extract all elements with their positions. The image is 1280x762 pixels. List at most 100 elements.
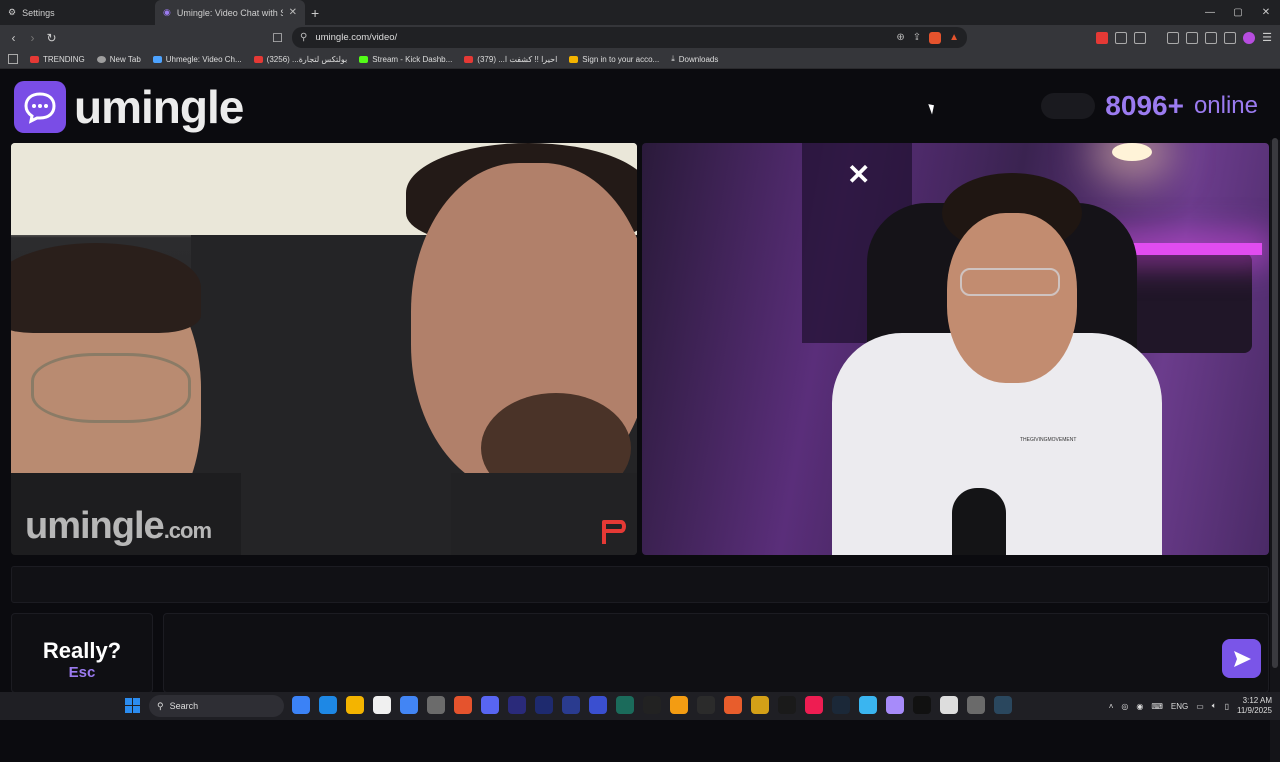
close-window-icon[interactable]: ✕ <box>1252 0 1280 25</box>
system-tray: ˄ ◎ ◉ ⌨ ENG ▭ 🔈︎ ▯ 3:12 AM 11/9/2025 <box>1109 692 1272 720</box>
taskbar-app-icon[interactable] <box>427 696 445 714</box>
windows-start-icon[interactable] <box>125 698 140 713</box>
volume-icon[interactable]: 🔈︎ <box>1212 701 1217 711</box>
close-tab-icon[interactable]: ✕ <box>289 7 297 18</box>
wallet-icon[interactable] <box>1186 31 1199 44</box>
site-info-icon[interactable]: ⚲ <box>300 32 307 43</box>
gear-icon: ⚙ <box>8 7 17 17</box>
zoom-icon[interactable]: ⊕ <box>896 32 904 43</box>
taskbar-app-icon[interactable] <box>913 696 931 714</box>
bookmark-item[interactable]: بولتكس لتجارة... (3256) <box>253 55 347 64</box>
battery-icon[interactable]: ▯ <box>1225 702 1229 711</box>
tab-label: Settings <box>22 7 55 18</box>
brave-shields-icon[interactable] <box>929 31 942 44</box>
leo-ai-icon[interactable] <box>1205 31 1218 44</box>
screenshot-extension-icon[interactable] <box>1134 31 1147 44</box>
umingle-logo[interactable]: umingle <box>14 80 244 134</box>
taskbar-app-icon[interactable] <box>454 696 472 714</box>
taskbar-search[interactable]: ⚲ Search <box>149 695 284 717</box>
globe-icon <box>96 55 106 63</box>
taskbar-app-icon[interactable] <box>508 696 526 714</box>
back-icon[interactable]: ‹ <box>4 31 23 45</box>
video-background <box>1112 143 1152 161</box>
taskbar-app-icon[interactable] <box>967 696 985 714</box>
tab-umingle[interactable]: ◉ Umingle: Video Chat with Str ✕ <box>155 0 305 25</box>
bookmark-item[interactable]: احيرا !! كشفت ا... (379) <box>464 55 557 64</box>
bookmark-icon[interactable]: ☐ <box>268 31 287 45</box>
taskbar-app-icon[interactable] <box>616 696 634 714</box>
uhmegle-icon <box>152 55 162 63</box>
taskbar-app-icon[interactable] <box>562 696 580 714</box>
maximize-icon[interactable]: ▢ <box>1224 0 1252 25</box>
taskbar-app-icon[interactable] <box>292 696 310 714</box>
taskbar-app-icon[interactable] <box>589 696 607 714</box>
x-logo-icon: ✕ <box>847 159 871 190</box>
profile-icon[interactable] <box>1243 31 1256 44</box>
taskbar-apps <box>292 696 1012 714</box>
clock[interactable]: 3:12 AM 11/9/2025 <box>1237 696 1272 716</box>
theme-toggle[interactable] <box>1041 93 1096 119</box>
forward-icon[interactable]: › <box>23 31 42 45</box>
record-extension-icon[interactable] <box>1096 31 1109 44</box>
message-input[interactable] <box>163 613 1269 693</box>
skip-esc-button[interactable]: Really? Esc <box>11 613 153 693</box>
person-figure <box>11 243 201 333</box>
taskbar-app-icon[interactable] <box>373 696 391 714</box>
online-indicator: 8096+ online <box>1041 90 1258 122</box>
taskbar-app-icon[interactable] <box>805 696 823 714</box>
taskbar-app-icon[interactable] <box>832 696 850 714</box>
taskbar-app-icon[interactable] <box>751 696 769 714</box>
steam-tray-icon[interactable]: ◉ <box>1136 702 1143 711</box>
tab-settings[interactable]: ⚙ Settings <box>0 0 155 25</box>
chevron-up-icon[interactable]: ˄ <box>1109 702 1114 711</box>
share-icon[interactable]: ⇪ <box>913 32 921 43</box>
bookmark-item[interactable]: Sign in to your acco... <box>569 55 659 64</box>
person-figure <box>947 213 1077 383</box>
bookmark-item[interactable]: Uhmegle: Video Ch... <box>152 55 242 64</box>
tray-app-icon[interactable]: ◎ <box>1121 702 1128 711</box>
taskbar-app-icon[interactable] <box>994 696 1012 714</box>
taskbar-app-icon[interactable] <box>670 696 688 714</box>
brave-rewards-icon[interactable]: ▲ <box>949 32 959 43</box>
bookmark-item[interactable]: TRENDING <box>30 55 85 64</box>
taskbar-app-icon[interactable] <box>481 696 499 714</box>
bookmark-item[interactable]: Stream - Kick Dashb... <box>359 55 452 64</box>
taskbar-app-icon[interactable] <box>535 696 553 714</box>
taskbar-app-icon[interactable] <box>400 696 418 714</box>
microphone <box>952 488 1006 555</box>
taskbar-app-icon[interactable] <box>346 696 364 714</box>
report-flag-icon[interactable] <box>599 517 629 547</box>
bookmark-item[interactable]: New Tab <box>96 55 141 64</box>
language-indicator[interactable]: ENG <box>1171 702 1188 711</box>
online-count: 8096+ <box>1105 90 1184 121</box>
url-field[interactable]: ⚲ umingle.com/video/ ⊕ ⇪ ▲ <box>292 27 967 48</box>
new-tab-button[interactable]: + <box>305 5 325 21</box>
browser-tab-bar: ⚙ Settings ◉ Umingle: Video Chat with St… <box>0 0 1280 25</box>
download-icon: ⤓ <box>671 54 675 63</box>
vpn-icon[interactable] <box>1224 31 1237 44</box>
apps-grid-icon[interactable] <box>8 54 18 64</box>
sidebar-icon[interactable] <box>1167 31 1180 44</box>
taskbar-app-icon[interactable] <box>859 696 877 714</box>
umingle-page: umingle 8096+ online umingle.com ✕ THEGI… <box>0 70 1280 762</box>
taskbar-app-icon[interactable] <box>940 696 958 714</box>
bookmark-item[interactable]: ⤓ Downloads <box>671 54 718 64</box>
youtube-icon <box>464 55 474 63</box>
taskbar-app-icon[interactable] <box>697 696 715 714</box>
keyboard-icon[interactable]: ⌨ <box>1151 702 1163 711</box>
menu-icon[interactable]: ☰ <box>1262 31 1272 44</box>
tab-label: Umingle: Video Chat with Str <box>176 7 283 18</box>
reload-icon[interactable]: ↻ <box>42 31 61 45</box>
network-icon[interactable]: ▭ <box>1196 702 1204 711</box>
taskbar-app-icon[interactable] <box>886 696 904 714</box>
send-button[interactable] <box>1222 639 1261 678</box>
taskbar-app-icon[interactable] <box>643 696 661 714</box>
esc-key-hint: Esc <box>68 664 96 681</box>
taskbar-app-icon[interactable] <box>778 696 796 714</box>
minimize-icon[interactable]: — <box>1196 0 1224 25</box>
taskbar-app-icon[interactable] <box>319 696 337 714</box>
watermark-domain: .com <box>163 518 212 543</box>
puzzle-extension-icon[interactable] <box>1115 31 1128 44</box>
taskbar-app-icon[interactable] <box>724 696 742 714</box>
scrollbar-thumb[interactable] <box>1272 138 1278 668</box>
